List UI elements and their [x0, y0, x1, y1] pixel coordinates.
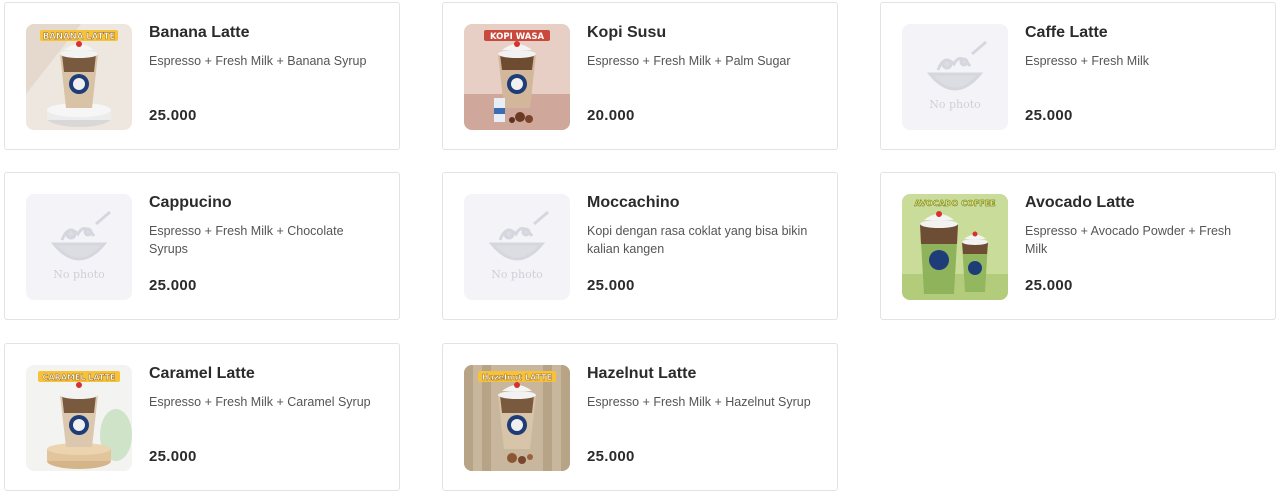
product-name: Moccachino: [587, 194, 680, 211]
product-photo: Hazelnut LATTE: [464, 365, 570, 471]
product-photo-label: KOPI WASA: [490, 32, 544, 42]
menu-item-card[interactable]: CARAMEL LATTE Caramel Latte Espresso + F…: [4, 343, 400, 491]
product-description: Kopi dengan rasa coklat yang bisa bikin …: [587, 224, 808, 256]
product-photo: CARAMEL LATTE: [26, 365, 132, 471]
product-price: 25.000: [587, 277, 635, 294]
menu-item-card[interactable]: AVOCADO COFFEE Avocado Latte Espresso + …: [880, 172, 1276, 320]
menu-item-card[interactable]: KOPI WASA Kopi Susu Espresso + Fresh Mil…: [442, 2, 838, 150]
product-photo: AVOCADO COFFEE: [902, 194, 1008, 300]
product-photo: BANANA LATTE: [26, 24, 132, 130]
menu-item-card[interactable]: No photo Caffe Latte Espresso + Fresh Mi…: [880, 2, 1276, 150]
product-photo: KOPI WASA: [464, 24, 570, 130]
no-photo-placeholder: No photo: [464, 194, 570, 300]
product-name: Banana Latte: [149, 24, 250, 41]
product-photo-label: Hazelnut LATTE: [482, 373, 552, 382]
product-description: Espresso + Fresh Milk + Chocolate Syrups: [149, 224, 344, 256]
menu-item-card[interactable]: No photo Moccachino Kopi dengan rasa cok…: [442, 172, 838, 320]
product-price: 25.000: [1025, 277, 1073, 294]
product-description: Espresso + Fresh Milk + Caramel Syrup: [149, 395, 371, 409]
product-description: Espresso + Fresh Milk + Palm Sugar: [587, 54, 791, 68]
product-name: Kopi Susu: [587, 24, 667, 41]
product-name: Avocado Latte: [1025, 194, 1135, 211]
product-photo-label: CARAMEL LATTE: [43, 373, 116, 382]
product-photo-label: BANANA LATTE: [43, 32, 116, 42]
product-description: Espresso + Avocado Powder + Fresh Milk: [1025, 224, 1232, 256]
no-photo-placeholder: No photo: [26, 194, 132, 300]
product-name: Hazelnut Latte: [587, 365, 697, 382]
product-photo-label: AVOCADO COFFEE: [914, 199, 995, 208]
menu-item-card[interactable]: Hazelnut LATTE Hazelnut Latte Espresso +…: [442, 343, 838, 491]
product-name: Cappucino: [149, 194, 232, 211]
product-name: Caramel Latte: [149, 365, 255, 382]
product-description: Espresso + Fresh Milk + Hazelnut Syrup: [587, 395, 811, 409]
product-price: 20.000: [587, 107, 635, 124]
product-price: 25.000: [149, 448, 197, 465]
product-description: Espresso + Fresh Milk: [1025, 54, 1149, 68]
no-photo-text: No photo: [53, 268, 105, 281]
no-photo-text: No photo: [491, 268, 543, 281]
no-photo-placeholder: No photo: [902, 24, 1008, 130]
menu-item-card[interactable]: No photo Cappucino Espresso + Fresh Milk…: [4, 172, 400, 320]
product-price: 25.000: [149, 107, 197, 124]
product-price: 25.000: [149, 277, 197, 294]
product-price: 25.000: [1025, 107, 1073, 124]
menu-item-card[interactable]: BANANA LATTE Banana Latte Espresso + Fre…: [4, 2, 400, 150]
product-description: Espresso + Fresh Milk + Banana Syrup: [149, 54, 367, 68]
no-photo-text: No photo: [929, 98, 981, 111]
product-price: 25.000: [587, 448, 635, 465]
product-name: Caffe Latte: [1025, 24, 1108, 41]
